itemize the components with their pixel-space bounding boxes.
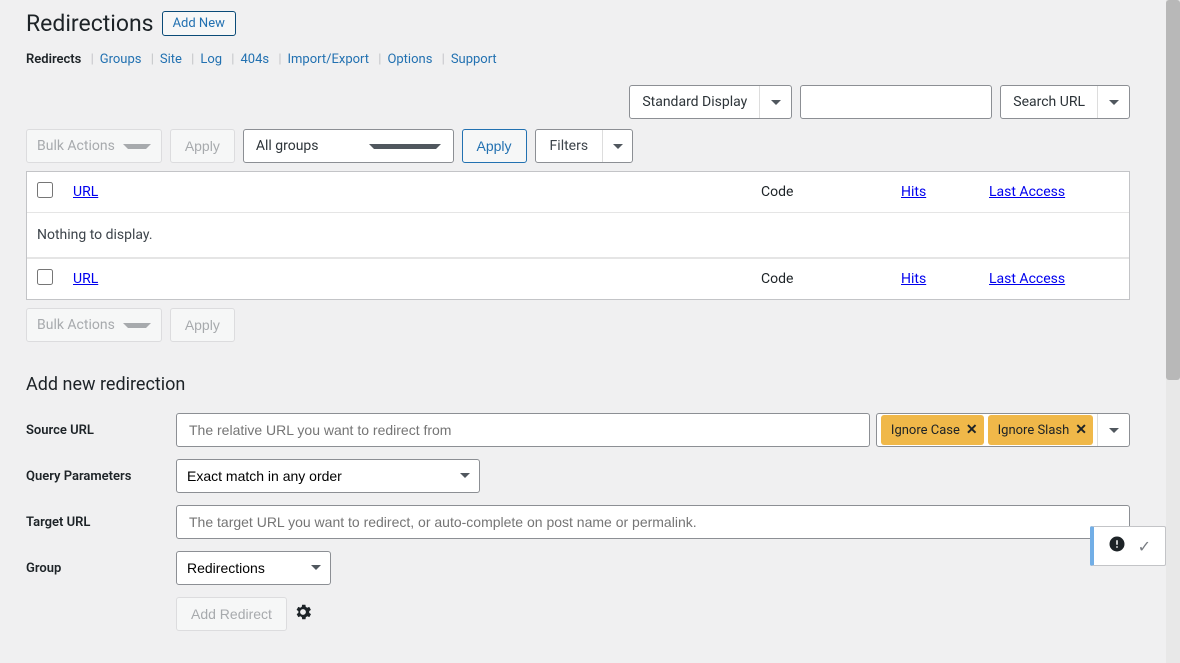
nav-support[interactable]: Support [451,52,497,67]
query-params-select[interactable]: Exact match in any order [176,459,480,493]
warning-icon [1108,535,1126,557]
group-filter-value: All groups [244,138,369,154]
bulk-actions-label-bottom: Bulk Actions [27,317,123,333]
bulk-actions-select-bottom[interactable]: Bulk Actions [26,308,162,342]
add-redirect-button[interactable]: Add Redirect [176,597,287,631]
group-label: Group [26,561,176,576]
col-url[interactable]: URL [73,184,98,200]
col-hits-foot[interactable]: Hits [901,271,926,287]
close-icon[interactable]: ✕ [1075,422,1087,438]
status-notification: ✓ [1090,526,1166,566]
scrollbar-thumb[interactable] [1166,0,1180,380]
chevron-down-icon[interactable] [1097,414,1129,446]
nav-site[interactable]: Site [160,52,182,67]
nav-import-export[interactable]: Import/Export [288,52,370,67]
col-url-foot[interactable]: URL [73,271,98,287]
col-last-access-foot[interactable]: Last Access [989,271,1065,287]
chevron-down-icon [123,144,151,149]
nav-options[interactable]: Options [387,52,432,67]
filters-button[interactable]: Filters [535,129,634,163]
table-empty-message: Nothing to display. [27,213,1129,258]
bulk-actions-label: Bulk Actions [27,138,123,154]
nav-redirects[interactable]: Redirects [26,52,81,67]
apply-filter-button[interactable]: Apply [462,129,527,163]
query-params-label: Query Parameters [26,469,176,484]
source-url-input[interactable] [176,413,870,447]
target-url-label: Target URL [26,515,176,530]
form-title: Add new redirection [26,374,1130,395]
nav-groups[interactable]: Groups [100,52,142,67]
page-title: Redirections [26,10,154,37]
flag-ignore-slash[interactable]: Ignore Slash ✕ [988,415,1093,445]
add-new-button[interactable]: Add New [162,11,236,36]
nav-log[interactable]: Log [200,52,222,67]
select-all-checkbox-bottom[interactable] [37,269,53,285]
col-hits[interactable]: Hits [901,184,926,200]
select-all-checkbox-top[interactable] [37,182,53,198]
flag-ignore-case[interactable]: Ignore Case ✕ [881,415,984,445]
bulk-actions-select-top[interactable]: Bulk Actions [26,129,162,163]
search-url-label: Search URL [1001,86,1097,118]
target-url-input[interactable] [176,505,1130,539]
group-filter-select[interactable]: All groups [243,129,454,163]
chevron-down-icon[interactable] [759,86,791,118]
apply-button-bottom[interactable]: Apply [170,308,235,342]
chevron-down-icon[interactable] [602,130,632,162]
search-url-button[interactable]: Search URL [1000,85,1130,119]
col-last-access[interactable]: Last Access [989,184,1065,200]
chevron-down-icon [369,144,441,149]
filters-label: Filters [536,130,603,162]
sub-nav: Redirects Groups Site Log 404s Import/Ex… [26,52,1130,67]
search-input[interactable] [800,85,992,119]
chevron-down-icon [123,323,151,328]
display-select-value: Standard Display [630,86,759,118]
chevron-down-icon[interactable] [1097,86,1129,118]
redirects-table: URL Code Hits Last Access Nothing to dis… [26,171,1130,300]
check-icon[interactable]: ✓ [1138,537,1151,556]
nav-404s[interactable]: 404s [240,52,269,67]
close-icon[interactable]: ✕ [966,422,978,438]
group-select[interactable]: Redirections [176,551,331,585]
col-code: Code [751,172,891,213]
col-code-foot: Code [751,258,891,299]
gear-icon[interactable] [293,602,313,626]
display-select[interactable]: Standard Display [629,85,792,119]
table-empty-row: Nothing to display. [27,213,1129,258]
apply-button-top[interactable]: Apply [170,129,235,163]
source-url-label: Source URL [26,423,176,438]
url-flags-dropdown[interactable]: Ignore Case ✕ Ignore Slash ✕ [876,413,1130,447]
